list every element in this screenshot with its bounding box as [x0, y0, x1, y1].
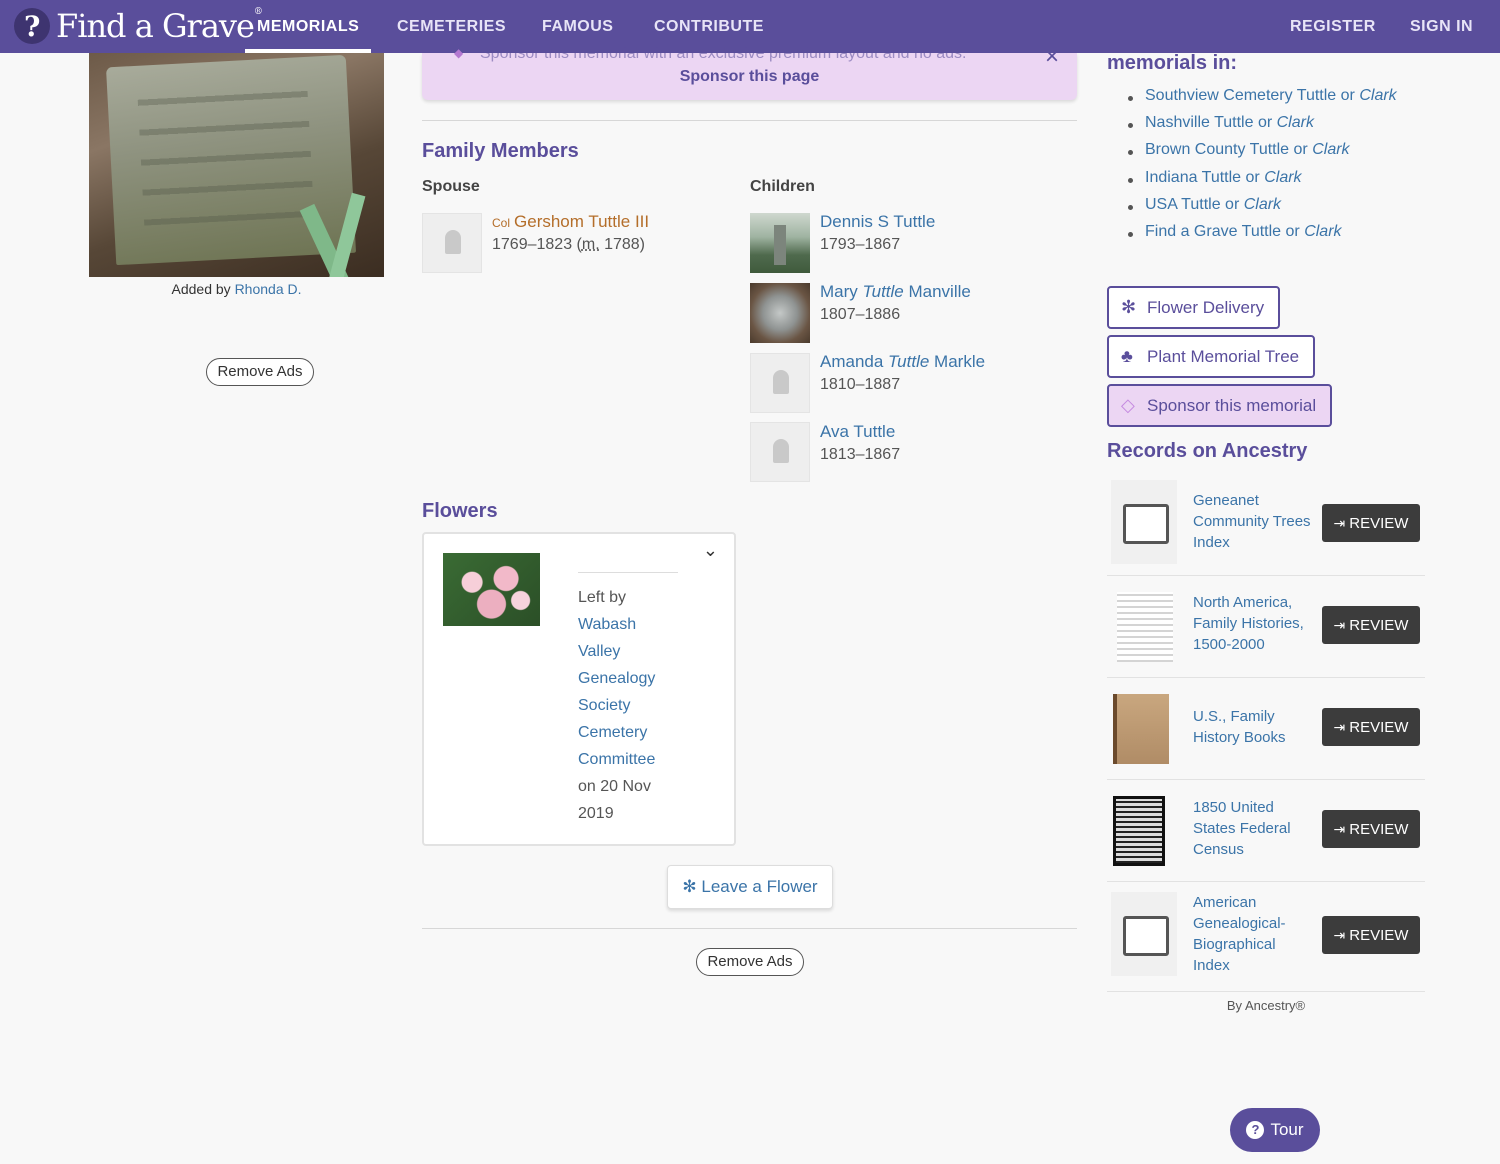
record-row: American Genealogical- Biographical Index ⇥…	[1107, 882, 1425, 992]
record-row: U.S., Family History Books ⇥ REVIEW	[1107, 678, 1425, 780]
divider	[422, 928, 1077, 929]
review-button[interactable]: ⇥ REVIEW	[1322, 810, 1420, 848]
spouse-label: Spouse	[422, 178, 480, 195]
child-name[interactable]: Mary Tuttle Manville	[820, 282, 971, 302]
search-link[interactable]: Southview Cemetery Tuttle or Clark	[1128, 87, 1397, 114]
sign-in-icon: ⇥	[1333, 719, 1346, 735]
gem-icon: ◆	[454, 46, 464, 60]
flower-icon: ✻	[682, 877, 702, 896]
spouse-thumbnail[interactable]	[422, 213, 482, 273]
child-thumbnail[interactable]	[750, 353, 810, 413]
site-logo[interactable]: ? Find a Grave®	[14, 4, 263, 48]
spouse-name[interactable]: Col Gershom Tuttle III	[492, 212, 649, 232]
family-members-title: Family Members	[422, 140, 579, 162]
sign-in-icon: ⇥	[1333, 515, 1346, 531]
review-button[interactable]: ⇥ REVIEW	[1322, 708, 1420, 746]
search-link[interactable]: USA Tuttle or Clark	[1128, 196, 1397, 223]
child-name[interactable]: Ava Tuttle	[820, 422, 895, 442]
sponsor-page-link[interactable]: Sponsor this page	[422, 68, 1077, 86]
sponsor-banner-text: Sponsor this memorial with an exclusive …	[480, 45, 967, 62]
divider	[422, 120, 1077, 121]
children-label: Children	[750, 178, 815, 195]
nav-register[interactable]: Register	[1290, 0, 1376, 53]
search-link[interactable]: Find a Grave Tuttle or Clark	[1128, 223, 1397, 250]
sign-in-icon: ⇥	[1333, 927, 1346, 943]
search-link[interactable]: Nashville Tuttle or Clark	[1128, 114, 1397, 141]
flower-author-link[interactable]: Wabash Valley Genealogy Society Cemetery…	[578, 611, 678, 773]
image-placeholder-icon	[1111, 892, 1177, 976]
child-dates: 1810–1887	[820, 376, 901, 393]
logo-text: Find a Grave	[56, 7, 255, 45]
review-button[interactable]: ⇥ REVIEW	[1322, 916, 1420, 954]
records-title: Records on Ancestry	[1107, 440, 1308, 462]
child-dates: 1813–1867	[820, 446, 901, 463]
tree-icon: ♣	[1121, 346, 1133, 366]
search-memorials-list: Southview Cemetery Tuttle or Clark Nashv…	[1128, 87, 1397, 250]
review-button[interactable]: ⇥ REVIEW	[1322, 606, 1420, 644]
record-link[interactable]: 1850 United States Federal Census	[1193, 797, 1323, 860]
record-row: Geneanet Community Trees Index ⇥ REVIEW	[1107, 474, 1425, 576]
search-link[interactable]: Brown County Tuttle or Clark	[1128, 141, 1397, 168]
sponsor-banner: ◆ Sponsor this memorial with an exclusiv…	[422, 43, 1077, 100]
document-thumbnail[interactable]	[1113, 796, 1165, 866]
by-ancestry-credit: By Ancestry®	[1226, 998, 1306, 1013]
document-thumbnail[interactable]	[1113, 694, 1169, 764]
tour-button[interactable]: ? Tour	[1230, 1108, 1320, 1152]
document-thumbnail[interactable]	[1117, 592, 1173, 662]
close-icon[interactable]: ×	[1045, 43, 1059, 71]
flower-delivery-button[interactable]: ✻ Flower Delivery	[1107, 286, 1281, 329]
record-link[interactable]: American Genealogical- Biographical Index	[1193, 892, 1323, 976]
headstone-photo[interactable]	[89, 53, 384, 277]
flowers-title: Flowers	[422, 500, 498, 522]
sign-in-icon: ⇥	[1333, 821, 1346, 837]
flower-icon: ✻	[1121, 297, 1137, 317]
plant-tree-button[interactable]: ♣ Plant Memorial Tree	[1107, 335, 1316, 378]
record-row: North America, Family Histories, 1500-2000…	[1107, 576, 1425, 678]
nav-sign-in[interactable]: Sign In	[1410, 0, 1473, 53]
search-link[interactable]: Indiana Tuttle or Clark	[1128, 169, 1397, 196]
chevron-down-icon[interactable]: ⌄	[703, 540, 718, 561]
flower-card: ⌄ Left by Wabash Valley Genealogy Societ…	[422, 532, 736, 846]
child-name[interactable]: Dennis S Tuttle	[820, 212, 935, 232]
child-thumbnail[interactable]	[750, 213, 810, 273]
flower-note: Left by Wabash Valley Genealogy Society …	[578, 584, 678, 827]
child-thumbnail[interactable]	[750, 283, 810, 343]
sponsor-memorial-button[interactable]: ◇ Sponsor this memorial	[1107, 384, 1333, 427]
child-thumbnail[interactable]	[750, 422, 810, 482]
gem-icon: ◇	[1121, 395, 1135, 415]
record-row: 1850 United States Federal Census ⇥ REVIEW	[1107, 780, 1425, 882]
remove-ads-button[interactable]: Remove Ads	[696, 948, 804, 976]
question-icon: ?	[1246, 1121, 1265, 1139]
photo-credit: Added by Rhonda D.	[171, 281, 302, 297]
record-link[interactable]: U.S., Family History Books	[1193, 706, 1323, 748]
logo-icon: ?	[14, 8, 50, 44]
image-placeholder-icon	[1111, 480, 1177, 564]
photo-credit-user[interactable]: Rhonda D.	[235, 281, 302, 297]
search-memorials-title: memorials in:	[1107, 52, 1238, 74]
record-link[interactable]: North America, Family Histories, 1500-2000	[1193, 592, 1323, 655]
remove-ads-button-left[interactable]: Remove Ads	[206, 358, 314, 386]
sign-in-icon: ⇥	[1333, 617, 1346, 633]
divider	[578, 572, 678, 573]
spouse-dates: 1769–1823 (m. 1788)	[492, 236, 646, 253]
child-name[interactable]: Amanda Tuttle Markle	[820, 352, 985, 372]
review-button[interactable]: ⇥ REVIEW	[1322, 504, 1420, 542]
flower-image[interactable]	[443, 553, 540, 626]
child-dates: 1793–1867	[820, 236, 901, 253]
record-link[interactable]: Geneanet Community Trees Index	[1193, 490, 1323, 553]
nav-memorials[interactable]: Memorials	[244, 0, 372, 53]
leave-flower-button[interactable]: ✻ Leave a Flower	[667, 865, 833, 909]
child-dates: 1807–1886	[820, 306, 901, 323]
